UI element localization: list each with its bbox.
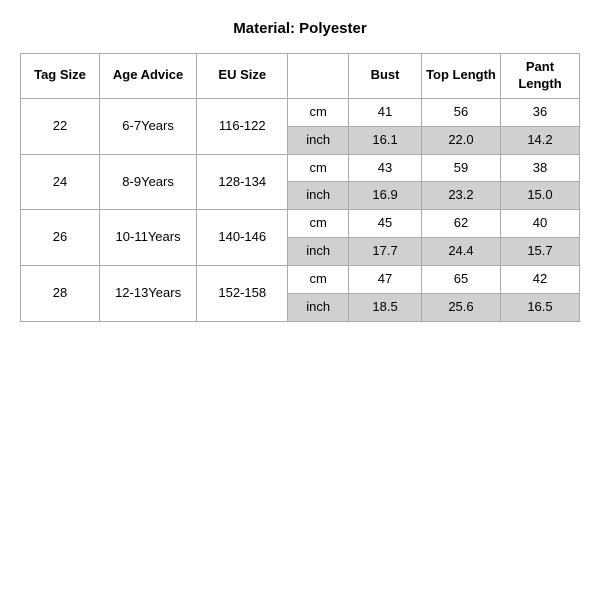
unit-cm-0: cm — [288, 98, 349, 126]
unit-inch-0: inch — [288, 126, 349, 154]
unit-inch-2: inch — [288, 238, 349, 266]
eu-size-2: 140-146 — [197, 210, 288, 266]
pant-inch-1: 15.0 — [500, 182, 579, 210]
pant-cm-2: 40 — [500, 210, 579, 238]
top-inch-3: 25.6 — [421, 294, 500, 322]
unit-inch-1: inch — [288, 182, 349, 210]
pant-cm-3: 42 — [500, 266, 579, 294]
header-unit — [288, 54, 349, 99]
bust-inch-1: 16.9 — [349, 182, 422, 210]
bust-inch-2: 17.7 — [349, 238, 422, 266]
tag-size-3: 28 — [21, 266, 100, 322]
top-inch-1: 23.2 — [421, 182, 500, 210]
eu-size-0: 116-122 — [197, 98, 288, 154]
header-tag-size: Tag Size — [21, 54, 100, 99]
header-pant-length: Pant Length — [500, 54, 579, 99]
bust-cm-2: 45 — [349, 210, 422, 238]
top-cm-2: 62 — [421, 210, 500, 238]
header-top-length: Top Length — [421, 54, 500, 99]
unit-inch-3: inch — [288, 294, 349, 322]
pant-inch-0: 14.2 — [500, 126, 579, 154]
top-inch-0: 22.0 — [421, 126, 500, 154]
header-eu-size: EU Size — [197, 54, 288, 99]
age-advice-2: 10-11Years — [99, 210, 196, 266]
top-cm-3: 65 — [421, 266, 500, 294]
tag-size-1: 24 — [21, 154, 100, 210]
tag-size-0: 22 — [21, 98, 100, 154]
eu-size-3: 152-158 — [197, 266, 288, 322]
bust-inch-0: 16.1 — [349, 126, 422, 154]
header-bust: Bust — [349, 54, 422, 99]
bust-cm-0: 41 — [349, 98, 422, 126]
top-inch-2: 24.4 — [421, 238, 500, 266]
header-age-advice: Age Advice — [99, 54, 196, 99]
bust-cm-1: 43 — [349, 154, 422, 182]
age-advice-0: 6-7Years — [99, 98, 196, 154]
bust-inch-3: 18.5 — [349, 294, 422, 322]
top-cm-0: 56 — [421, 98, 500, 126]
pant-inch-2: 15.7 — [500, 238, 579, 266]
age-advice-3: 12-13Years — [99, 266, 196, 322]
unit-cm-3: cm — [288, 266, 349, 294]
tag-size-2: 26 — [21, 210, 100, 266]
pant-cm-0: 36 — [500, 98, 579, 126]
unit-cm-2: cm — [288, 210, 349, 238]
pant-inch-3: 16.5 — [500, 294, 579, 322]
eu-size-1: 128-134 — [197, 154, 288, 210]
bust-cm-3: 47 — [349, 266, 422, 294]
pant-cm-1: 38 — [500, 154, 579, 182]
size-table: Tag Size Age Advice EU Size Bust Top Len… — [20, 53, 580, 322]
page-title: Material: Polyester — [233, 20, 366, 37]
age-advice-1: 8-9Years — [99, 154, 196, 210]
unit-cm-1: cm — [288, 154, 349, 182]
top-cm-1: 59 — [421, 154, 500, 182]
